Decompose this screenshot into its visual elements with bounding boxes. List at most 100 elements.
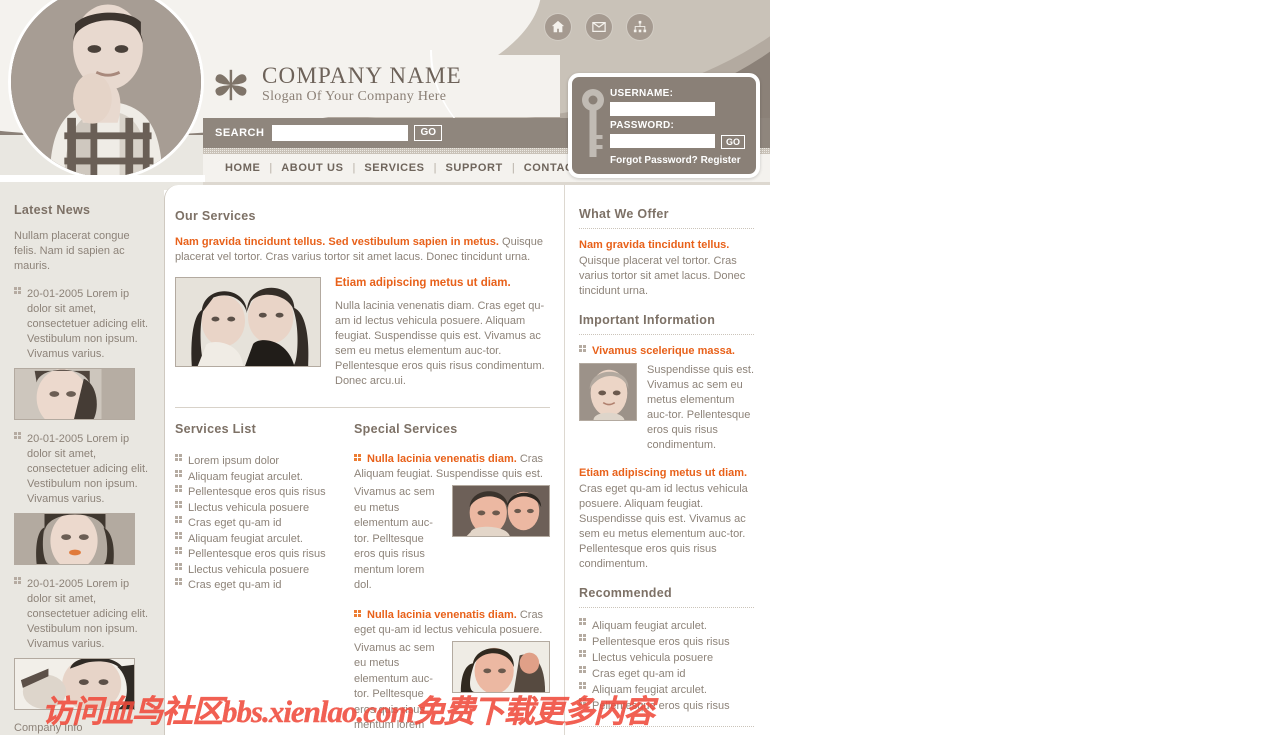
bullet-icon	[579, 650, 586, 657]
page-right-blank	[770, 185, 1280, 735]
list-item[interactable]: Aliquam feugiat arculet.	[175, 469, 336, 486]
list-item[interactable]: Pellentesque eros quis risus	[579, 634, 754, 650]
news-text: 20-01-2005 Lorem ip dolor sit amet, cons…	[27, 433, 149, 505]
boy-portrait-image	[11, 0, 201, 177]
login-links: Forgot Password? Register	[610, 155, 756, 166]
offer-body: Quisque placerat vel tortor. Cras varius…	[579, 255, 746, 297]
special-image-1[interactable]	[452, 485, 550, 537]
search-input[interactable]	[272, 125, 409, 141]
login-go-button[interactable]: GO	[721, 134, 746, 149]
special-service-item: Nulla lacinia venenatis diam. Cras Aliqu…	[354, 452, 550, 594]
news-thumbnail-image[interactable]	[14, 513, 135, 565]
bullet-icon	[14, 432, 21, 439]
list-item[interactable]: Cras eget qu-am id	[175, 578, 336, 594]
hero-photo-area	[0, 0, 205, 182]
bullet-icon	[579, 345, 586, 352]
nav-separator: |	[433, 162, 437, 174]
list-item[interactable]: Aliquam feugiat arculet.	[175, 531, 336, 548]
nav-item-about-us[interactable]: ABOUT US	[281, 162, 343, 174]
company-slogan: Slogan Of Your Company Here	[262, 89, 447, 104]
special-head-hl: Nulla lacinia venenatis diam.	[367, 453, 517, 465]
list-item[interactable]: Pellentesque eros quis risus	[175, 547, 336, 563]
nav-underline	[203, 182, 770, 185]
special-image-2[interactable]	[452, 640, 550, 693]
search-go-button[interactable]: GO	[414, 125, 443, 141]
important-headline: Vivamus scelerique massa.	[592, 345, 735, 357]
hero-photo-circle	[8, 0, 204, 180]
important-information-title: Important Information	[579, 313, 754, 335]
list-item-label: Pellentesque eros quis risus	[592, 636, 730, 648]
page-root: COMPANY NAME Slogan Of Your Company Here…	[0, 0, 1280, 735]
username-input[interactable]	[610, 102, 715, 116]
services-list: Lorem ipsum dolor Aliquam feugiat arcule…	[175, 454, 336, 594]
main-content: Our Services Nam gravida tincidunt tellu…	[164, 185, 564, 735]
offer-block: Nam gravida tincidunt tellus. Quisque pl…	[579, 239, 754, 299]
nav-item-services[interactable]: SERVICES	[364, 162, 424, 174]
etiam-block: Etiam adipiscing metus ut diam. Cras ege…	[579, 467, 754, 572]
nav-separator: |	[269, 162, 273, 174]
bullet-icon	[14, 577, 21, 584]
right-sidebar: What We Offer Nam gravida tincidunt tell…	[564, 185, 770, 735]
nav-item-home[interactable]: HOME	[225, 162, 260, 174]
body-columns: Latest News Nullam placerat congue felis…	[0, 185, 1280, 735]
username-label: USERNAME:	[610, 88, 674, 99]
nav-item-support[interactable]: SUPPORT	[445, 162, 502, 174]
site-logo[interactable]: COMPANY NAME Slogan Of Your Company Here	[212, 64, 462, 106]
divider	[175, 407, 550, 408]
home-icon[interactable]	[545, 14, 571, 40]
list-item[interactable]: Llectus vehicula posuere	[175, 500, 336, 517]
important-body: Suspendisse quis est. Vivamus ac sem eu …	[647, 364, 755, 451]
list-item[interactable]: Cras eget qu-am id	[175, 516, 336, 532]
list-item-label: Llectus vehicula posuere	[592, 652, 714, 664]
list-item[interactable]: Lorem ipsum dolor	[175, 454, 336, 470]
register-link[interactable]: Register	[701, 155, 741, 166]
important-media: Suspendisse quis est. Vivamus ac sem eu …	[579, 363, 754, 453]
recommended-title: Recommended	[579, 586, 754, 608]
list-item-label: Cras eget qu-am id	[188, 579, 282, 591]
list-item[interactable]: Llectus vehicula posuere	[579, 650, 754, 666]
important-block: Vivamus scelerique massa. Suspendisse qu…	[579, 345, 754, 453]
bullet-icon	[579, 666, 586, 673]
list-item[interactable]: Aliquam feugiat arculet.	[579, 618, 754, 634]
sitemap-icon[interactable]	[627, 14, 653, 40]
search-label: SEARCH	[215, 127, 265, 139]
password-input[interactable]	[610, 134, 715, 148]
list-item-label: Llectus vehicula posuere	[188, 563, 310, 576]
child-portrait-image[interactable]	[579, 363, 637, 421]
two-people-image[interactable]	[175, 277, 321, 367]
bullet-icon	[175, 562, 182, 570]
bullet-icon	[175, 531, 182, 539]
what-we-offer-title: What We Offer	[579, 207, 754, 229]
list-item-label: Aliquam feugiat arculet.	[188, 532, 303, 545]
special-head-hl: Nulla lacinia venenatis diam.	[367, 608, 517, 621]
list-item[interactable]: Cras eget qu-am id	[579, 666, 754, 682]
news-thumbnail-image[interactable]	[14, 368, 135, 420]
mail-icon[interactable]	[586, 14, 612, 40]
news-item[interactable]: 20-01-2005 Lorem ip dolor sit amet, cons…	[14, 287, 150, 420]
bullet-icon	[175, 469, 182, 477]
nav-separator: |	[511, 162, 515, 174]
important-headline-row: Vivamus scelerique massa.	[579, 345, 754, 357]
bullet-icon	[175, 578, 182, 585]
company-name: COMPANY NAME	[262, 63, 462, 88]
watermark-text: 访问血鸟社区bbs.xienlao.com免费下载更多内容	[42, 694, 655, 729]
services-lead: Nam gravida tincidunt tellus. Sed vestib…	[175, 235, 550, 265]
hero-bottom-mask	[0, 175, 205, 182]
services-lead-bold: Nam gravida tincidunt tellus. Sed vestib…	[175, 236, 499, 248]
list-item[interactable]: Pellentesque eros quis risus	[175, 485, 336, 501]
list-item[interactable]: Llectus vehicula posuere	[175, 562, 336, 579]
header-icon-group	[545, 14, 653, 40]
bullet-icon	[175, 500, 182, 508]
list-item-label: Cras eget qu-am id	[592, 668, 686, 680]
bullet-icon	[175, 516, 182, 523]
offer-headline: Nam gravida tincidunt tellus.	[579, 239, 730, 251]
bullet-icon	[175, 454, 182, 461]
forgot-password-link[interactable]: Forgot Password?	[610, 155, 698, 166]
special-body: Vivamus ac sem eu metus elementum auc-to…	[354, 486, 435, 591]
feature-heading: Etiam adipiscing metus ut diam.	[335, 277, 511, 289]
bullet-icon	[579, 618, 586, 625]
list-item-label: Aliquam feugiat arculet.	[188, 470, 303, 483]
bullet-icon	[354, 454, 361, 461]
login-panel: USERNAME: PASSWORD: GO Forgot Password? …	[568, 73, 760, 178]
news-item[interactable]: 20-01-2005 Lorem ip dolor sit amet, cons…	[14, 432, 150, 565]
